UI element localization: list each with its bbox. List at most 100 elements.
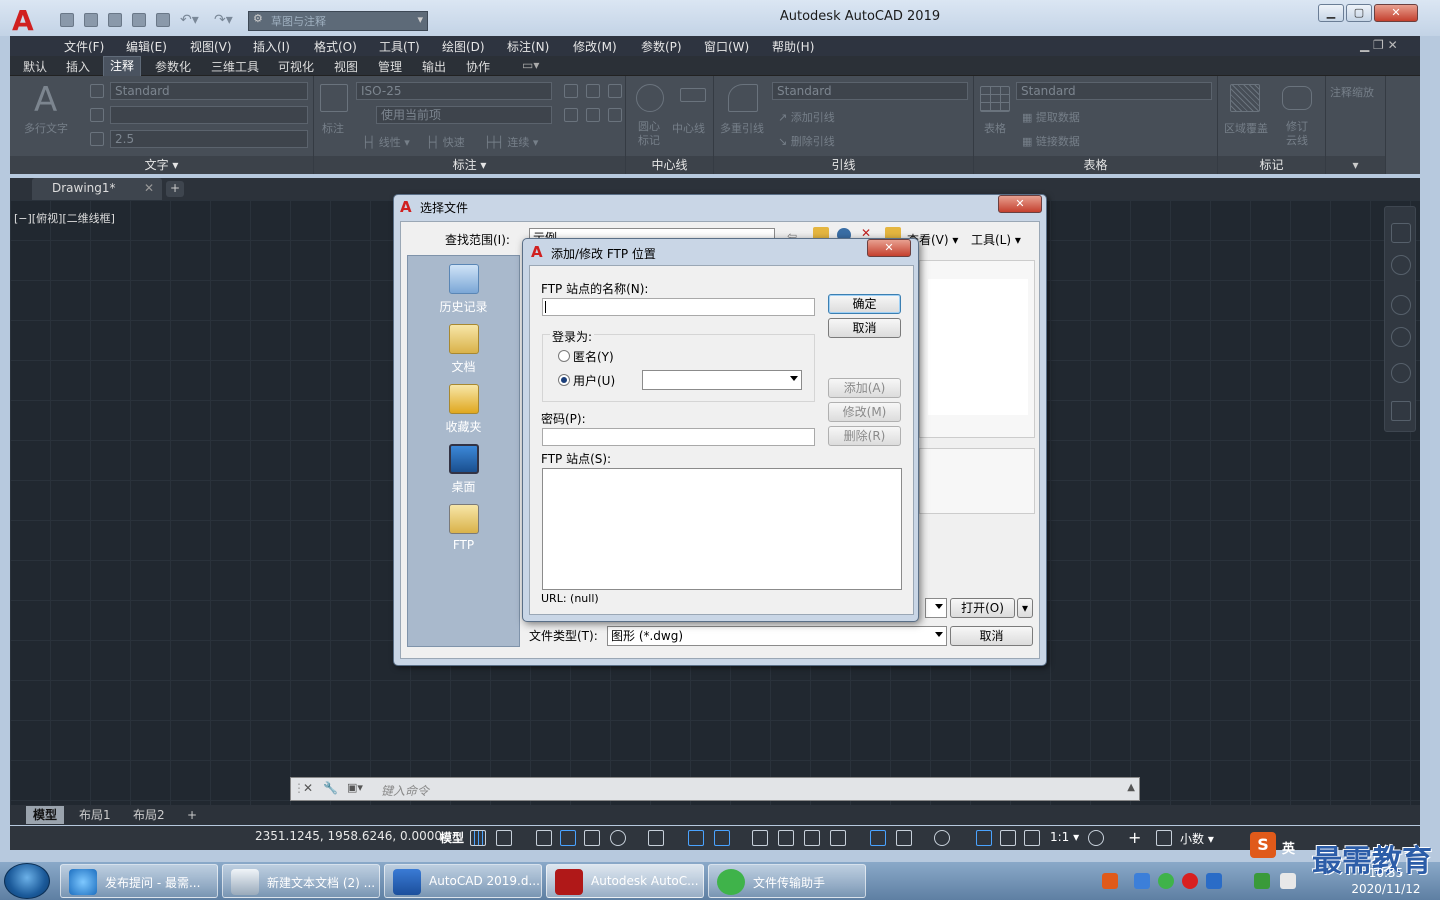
coordinates-readout[interactable]: 2351.1245, 1958.6246, 0.0000 (255, 829, 442, 843)
annotation-visibility-icon[interactable] (976, 830, 992, 846)
site-name-input[interactable] (542, 298, 815, 316)
remove-leader-button[interactable]: ↘ 删除引线 (778, 133, 835, 149)
place-history[interactable]: 历史记录 (408, 264, 519, 315)
tab-parametric[interactable]: 参数化 (155, 58, 191, 75)
snap-icon[interactable] (496, 830, 512, 846)
taskbar-item-wechat[interactable]: 文件传输助手 (708, 864, 866, 898)
text-style-combo[interactable]: Standard (110, 82, 308, 100)
infer-icon[interactable] (536, 830, 552, 846)
menu-window[interactable]: 窗口(W) (704, 38, 749, 55)
workspace-dropdown[interactable]: 草图与注释 ▾ ⚙ (248, 11, 428, 31)
place-favorites[interactable]: 收藏夹 (408, 384, 519, 435)
dim-tool-icon[interactable] (564, 84, 578, 98)
add-leader-button[interactable]: ↗ 添加引线 (778, 109, 835, 125)
customize-icon[interactable]: 🔧 (323, 781, 338, 795)
transparency-icon[interactable] (778, 830, 794, 846)
menu-view[interactable]: 视图(V) (190, 38, 232, 55)
dynamic-input-icon[interactable] (560, 830, 576, 846)
leader-style-combo[interactable]: Standard (772, 82, 968, 100)
dim-tool-icon[interactable] (608, 108, 622, 122)
lineweight-icon[interactable] (752, 830, 768, 846)
close-cmd-icon[interactable]: ✕ (303, 781, 313, 795)
ortho-icon[interactable] (584, 830, 600, 846)
units-dropdown[interactable]: 小数 ▾ (1180, 830, 1214, 847)
redo-icon[interactable]: ↷▾ (214, 12, 233, 28)
3d-osnap-icon[interactable] (830, 830, 846, 846)
password-input[interactable] (542, 428, 815, 446)
quick-dim-button[interactable]: ├┤ 快速 (426, 134, 465, 150)
text-panel-label[interactable]: 文字 ▾ (10, 156, 313, 174)
workspace-gear-icon[interactable] (1088, 830, 1104, 846)
open-icon[interactable] (84, 13, 98, 27)
steering-wheel-icon[interactable] (1391, 255, 1411, 275)
tab-collaborate[interactable]: 协作 (466, 58, 490, 75)
tab-default[interactable]: 默认 (23, 58, 47, 75)
continue-dim-button[interactable]: ├┼┤ 连续 ▾ (484, 134, 538, 150)
filetype-combo[interactable]: 图形 (*.dwg) (607, 626, 947, 646)
menu-tools[interactable]: 工具(T) (379, 38, 420, 55)
new-icon[interactable] (60, 13, 74, 27)
user-combo[interactable] (642, 370, 802, 390)
dim-tool-icon[interactable] (586, 84, 600, 98)
doc-window-controls[interactable]: ▁ ❐ ✕ (1360, 38, 1398, 52)
menu-format[interactable]: 格式(O) (314, 38, 357, 55)
print-icon[interactable] (156, 13, 170, 27)
multiline-text-icon[interactable]: A (34, 80, 57, 120)
tab-annotate[interactable]: 注释 (103, 56, 142, 76)
close-button[interactable]: ✕ (1374, 4, 1418, 22)
object-snap-icon[interactable] (714, 830, 730, 846)
ftp-dialog-close-button[interactable]: ✕ (867, 239, 911, 257)
app-menu-button[interactable]: A (12, 4, 34, 37)
security-tray-icon[interactable] (1182, 873, 1198, 889)
taskbar-item-browser[interactable]: 发布提问 - 最需... (60, 864, 218, 898)
user-radio[interactable] (558, 374, 570, 386)
tab-layout2[interactable]: 布局2 (126, 806, 172, 824)
dim-style-combo[interactable]: ISO-25 (356, 82, 552, 100)
tab-view[interactable]: 视图 (334, 58, 358, 75)
ok-button[interactable]: 确定 (828, 294, 901, 314)
dim-layer-combo[interactable]: 使用当前项 (376, 106, 552, 124)
taskbar-item-notepad[interactable]: 新建文本文档 (2) ... (222, 864, 380, 898)
isodraft-icon[interactable] (648, 830, 664, 846)
place-documents[interactable]: 文档 (408, 324, 519, 375)
place-desktop[interactable]: 桌面 (408, 444, 519, 495)
dimension-icon[interactable] (320, 84, 348, 112)
polar-icon[interactable] (610, 830, 626, 846)
model-space-button[interactable]: 模型 (440, 829, 464, 846)
cancel-button[interactable]: 取消 (828, 318, 901, 338)
menu-insert[interactable]: 插入(I) (253, 38, 290, 55)
annotation-monitor-icon[interactable]: + (1128, 828, 1141, 847)
linear-dim-button[interactable]: ├┤ 线性 ▾ (362, 134, 410, 150)
undo-icon[interactable]: ↶▾ (180, 12, 199, 28)
dim-tool-icon[interactable] (564, 108, 578, 122)
add-button[interactable]: 添加(A) (828, 378, 901, 398)
command-history-icon[interactable]: ▲ (1127, 782, 1135, 793)
command-input[interactable]: 键入命令 (381, 782, 429, 799)
anonymous-radio[interactable] (558, 350, 570, 362)
grid-icon[interactable] (470, 830, 486, 846)
menu-draw[interactable]: 绘图(D) (442, 38, 485, 55)
showmotion-icon[interactable] (1391, 401, 1411, 421)
tab-3d-tools[interactable]: 三维工具 (211, 58, 259, 75)
doc-tab-drawing1[interactable]: Drawing1* ✕ (32, 178, 162, 200)
auto-scale-icon[interactable] (1000, 830, 1016, 846)
dim-tool-icon[interactable] (608, 84, 622, 98)
zoom-icon[interactable] (1391, 327, 1411, 347)
leader-panel-label[interactable]: 引线 (714, 156, 973, 174)
link-data-button[interactable]: ▦ 链接数据 (1022, 133, 1080, 149)
save-icon[interactable] (108, 13, 122, 27)
orbit-icon[interactable] (1391, 363, 1411, 383)
tools-menu[interactable]: 工具(L) ▾ (971, 231, 1021, 248)
scaling-panel-expand[interactable]: ▾ (1326, 156, 1385, 174)
start-button[interactable] (4, 863, 50, 899)
table-style-combo[interactable]: Standard (1016, 82, 1212, 100)
close-tab-icon[interactable]: ✕ (144, 181, 154, 195)
viewcube-icon[interactable] (1391, 223, 1411, 243)
selection-cycling-icon[interactable] (804, 830, 820, 846)
minimize-button[interactable]: ▁ (1318, 4, 1344, 22)
annotation-scale-dropdown[interactable]: 1:1 ▾ (1050, 830, 1079, 844)
object-track-icon[interactable] (688, 830, 704, 846)
system-clock[interactable]: 10:55 2020/11/12 (1346, 865, 1426, 897)
multileader-icon[interactable] (728, 84, 758, 112)
pan-icon[interactable] (1391, 295, 1411, 315)
